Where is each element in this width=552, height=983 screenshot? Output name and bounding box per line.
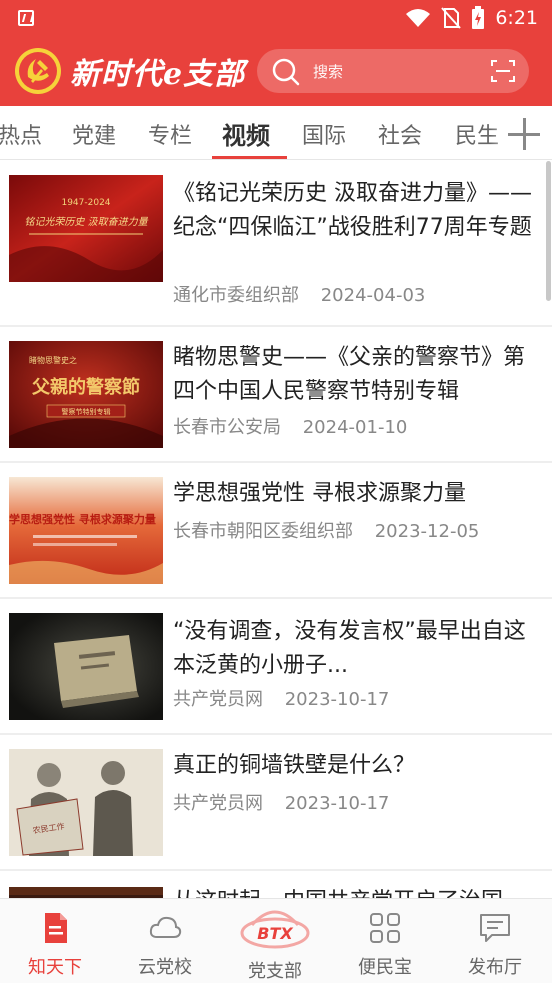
video-thumbnail: 农民工作 — [9, 749, 163, 856]
nav-label: 知天下 — [28, 957, 82, 978]
nav-label: 云党校 — [138, 957, 192, 978]
wifi-icon — [406, 9, 431, 27]
thumbnail-image: 1947-2024 铭记光荣历史 汲取奋进力量 — [9, 175, 163, 282]
header: 新时代e支部 搜索 — [0, 36, 552, 106]
article-source: 长春市朝阳区委组织部 — [173, 521, 353, 542]
article-meta: 共产党员网 2023-10-17 — [173, 685, 389, 711]
cloud-icon — [149, 916, 182, 938]
article-date: 2023-12-05 — [374, 521, 480, 542]
thumb-caption: 警察节特别专辑 — [62, 407, 111, 416]
nav-item-yundangxiao[interactable]: 云党校 — [110, 899, 220, 983]
thumbnail-image: 学思想强党性 寻根求源聚力量 — [9, 477, 163, 584]
message-icon — [480, 914, 510, 942]
battery-charging-icon — [472, 6, 485, 29]
tab-hot[interactable]: 热点 — [0, 118, 42, 150]
article-title[interactable]: 睹物思警史——《父亲的警察节》第四个中国人民警察节特别专辑 — [173, 341, 541, 409]
thumb-text: 学思想强党性 寻根求源聚力量 — [9, 512, 156, 526]
tab-column[interactable]: 专栏 — [148, 118, 192, 150]
brand-name: 新时代e支部 — [70, 57, 246, 92]
nav-label: 便民宝 — [358, 957, 412, 978]
app-logo: 新时代e支部 — [14, 46, 245, 96]
active-tab-indicator — [212, 156, 287, 159]
article-meta: 长春市公安局 2024-01-10 — [173, 413, 407, 439]
thumb-text: 父親的警察節 — [32, 376, 140, 398]
tab-party-building[interactable]: 党建 — [72, 118, 116, 150]
nav-item-dangzhibu[interactable]: BTX 党支部 — [220, 899, 330, 983]
category-tabs: 热点 党建 专栏 视频 国际 社会 民生 — [0, 106, 552, 160]
thumb-year: 1947-2024 — [61, 198, 110, 208]
list-item[interactable]: 1947-2024 铭记光荣历史 汲取奋进力量 《铭记光荣历史 汲取奋进力量》—… — [0, 161, 552, 327]
grid-icon — [370, 913, 400, 943]
scrollbar[interactable] — [546, 161, 551, 301]
btx-logo-icon: BTX — [240, 910, 310, 949]
video-thumbnail: 学思想强党性 寻根求源聚力量 — [9, 477, 163, 584]
nav-item-bianminbao[interactable]: 便民宝 — [330, 899, 440, 983]
list-item[interactable]: 睹物思警史之 父親的警察節 警察节特别专辑 睹物思警史——《父亲的警察节》第四个… — [0, 327, 552, 463]
status-icons: 6:21 — [405, 6, 538, 30]
article-date: 2023-10-17 — [284, 793, 390, 814]
svg-text:BTX: BTX — [257, 924, 293, 943]
party-emblem-icon — [15, 48, 61, 94]
thumb-small-text: 睹物思警史之 — [29, 355, 77, 365]
article-date: 2023-10-17 — [284, 689, 390, 710]
list-item[interactable]: 学思想强党性 寻根求源聚力量 学思想强党性 寻根求源聚力量 长春市朝阳区委组织部… — [0, 463, 552, 599]
article-meta: 共产党员网 2023-10-17 — [173, 789, 389, 815]
nav-label: 发布厅 — [468, 957, 522, 978]
article-meta: 长春市朝阳区委组织部 2023-12-05 — [173, 517, 479, 543]
scan-icon[interactable] — [491, 60, 515, 82]
status-bar: 6:21 — [0, 0, 552, 36]
video-thumbnail: 1947-2024 铭记光荣历史 汲取奋进力量 — [9, 175, 163, 282]
article-title[interactable]: 《铭记光荣历史 汲取奋进力量》——纪念“四保临江”战役胜利77周年专题 — [173, 177, 541, 245]
article-source: 共产党员网 — [173, 793, 263, 814]
thumbnail-image: 农民工作 — [9, 749, 163, 856]
article-title[interactable]: 学思想强党性 寻根求源聚力量 — [173, 477, 541, 511]
video-thumbnail — [9, 613, 163, 720]
tab-international[interactable]: 国际 — [302, 118, 346, 150]
article-date: 2024-01-10 — [302, 417, 408, 438]
search-bar[interactable]: 搜索 — [257, 49, 529, 93]
bottom-nav: 知天下 云党校 BTX 党支部 便民宝 发布厅 — [0, 898, 552, 983]
search-icon — [272, 58, 300, 86]
article-source: 通化市委组织部 — [173, 285, 299, 306]
top-bar: 6:21 新时代e支部 搜索 — [0, 0, 552, 106]
search-placeholder: 搜索 — [313, 63, 344, 81]
app-notification-icon — [18, 10, 34, 26]
article-source: 长春市公安局 — [173, 417, 281, 438]
list-item[interactable]: “没有调查，没有发言权”最早出自这本泛黄的小册子... 共产党员网 2023-1… — [0, 599, 552, 735]
add-channel-icon[interactable] — [506, 116, 542, 152]
status-time: 6:21 — [495, 7, 538, 29]
article-title[interactable]: “没有调查，没有发言权”最早出自这本泛黄的小册子... — [173, 615, 541, 683]
thumbnail-image: 睹物思警史之 父親的警察節 警察节特别专辑 — [9, 341, 163, 448]
nav-item-fabuting[interactable]: 发布厅 — [440, 899, 550, 983]
document-icon — [45, 913, 67, 943]
tab-society[interactable]: 社会 — [378, 118, 422, 150]
article-title[interactable]: 真正的铜墙铁壁是什么？ — [173, 749, 541, 783]
video-thumbnail: 睹物思警史之 父親的警察節 警察节特别专辑 — [9, 341, 163, 448]
app-root: 6:21 新时代e支部 搜索 热点 党建 专栏 视频 国际 社会 民生 1947… — [0, 0, 552, 983]
list-item[interactable]: 农民工作 真正的铜墙铁壁是什么？ 共产党员网 2023-10-17 — [0, 735, 552, 871]
article-meta: 通化市委组织部 2024-04-03 — [173, 281, 425, 307]
thumbnail-image — [9, 613, 163, 720]
no-sim-icon — [441, 7, 462, 29]
thumb-text: 铭记光荣历史 汲取奋进力量 — [24, 216, 148, 228]
tab-video[interactable]: 视频 — [222, 116, 270, 151]
nav-label: 党支部 — [248, 961, 302, 982]
nav-item-zhitianxia[interactable]: 知天下 — [0, 899, 110, 983]
article-date: 2024-04-03 — [320, 285, 426, 306]
article-source: 共产党员网 — [173, 689, 263, 710]
